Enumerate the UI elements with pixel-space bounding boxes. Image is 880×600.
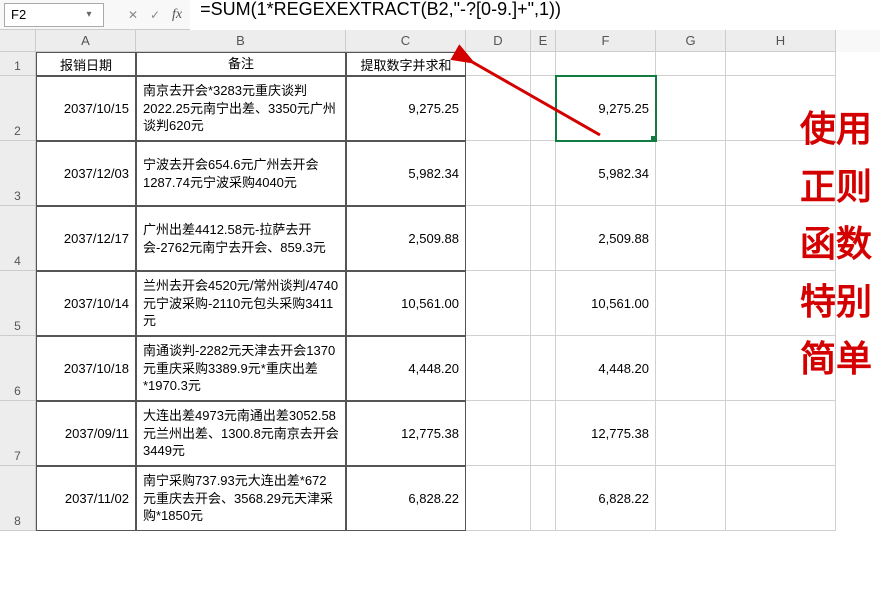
- cell-note[interactable]: 广州出差4412.58元-拉萨去开会-2762元南宁去开会、859.3元: [136, 206, 346, 271]
- row-header[interactable]: 6: [0, 336, 36, 401]
- cell-empty[interactable]: [531, 141, 556, 206]
- table-row: 32037/12/03宁波去开会654.6元广州去开会1287.74元宁波采购4…: [0, 141, 880, 206]
- formula-bar-row: F2 ▾ ✕ ✓ fx =SUM(1*REGEXEXTRACT(B2,"-?[0…: [0, 0, 880, 30]
- col-header-A[interactable]: A: [36, 30, 136, 52]
- cell-empty[interactable]: [656, 271, 726, 336]
- cell-empty[interactable]: [656, 336, 726, 401]
- fx-icon[interactable]: fx: [172, 7, 182, 23]
- confirm-icon[interactable]: ✓: [146, 6, 164, 24]
- cell-result[interactable]: 10,561.00: [556, 271, 656, 336]
- cell-result[interactable]: 2,509.88: [556, 206, 656, 271]
- annotation-line-3: 函数: [800, 215, 872, 273]
- row-header[interactable]: 4: [0, 206, 36, 271]
- cell-empty[interactable]: [466, 206, 531, 271]
- cell-empty[interactable]: [466, 141, 531, 206]
- cell-empty[interactable]: [726, 466, 836, 531]
- arrow-annotation: [440, 40, 620, 150]
- cell-result[interactable]: 6,828.22: [556, 466, 656, 531]
- cell-note[interactable]: 南京去开会*3283元重庆谈判2022.25元南宁出差、3350元广州谈判620…: [136, 76, 346, 141]
- table-row: 72037/09/11大连出差4973元南通出差3052.58元兰州出差、130…: [0, 401, 880, 466]
- annotation-line-5: 简单: [800, 330, 872, 388]
- cell-sum[interactable]: 5,982.34: [346, 141, 466, 206]
- cell-date[interactable]: 2037/12/17: [36, 206, 136, 271]
- cell-empty[interactable]: [656, 141, 726, 206]
- cell-date[interactable]: 2037/09/11: [36, 401, 136, 466]
- table-row: 42037/12/17广州出差4412.58元-拉萨去开会-2762元南宁去开会…: [0, 206, 880, 271]
- cell-note[interactable]: 宁波去开会654.6元广州去开会1287.74元宁波采购4040元: [136, 141, 346, 206]
- cell-sum[interactable]: 2,509.88: [346, 206, 466, 271]
- row-header[interactable]: 7: [0, 401, 36, 466]
- table-row: 52037/10/14兰州去开会4520元/常州谈判/4740元宁波采购-211…: [0, 271, 880, 336]
- annotation-text: 使用 正则 函数 特别 简单: [800, 100, 872, 388]
- col-header-H[interactable]: H: [726, 30, 836, 52]
- name-box-ref: F2: [11, 7, 81, 22]
- annotation-line-4: 特别: [800, 273, 872, 331]
- select-all-corner[interactable]: [0, 30, 36, 52]
- row-header[interactable]: 8: [0, 466, 36, 531]
- annotation-line-2: 正则: [800, 158, 872, 216]
- table-row: 82037/11/02南宁采购737.93元大连出差*672元重庆去开会、356…: [0, 466, 880, 531]
- cell-empty[interactable]: [531, 401, 556, 466]
- cell-empty[interactable]: [656, 76, 726, 141]
- cell-date[interactable]: 2037/10/18: [36, 336, 136, 401]
- cell-note[interactable]: 兰州去开会4520元/常州谈判/4740元宁波采购-2110元包头采购3411元: [136, 271, 346, 336]
- row-header[interactable]: 3: [0, 141, 36, 206]
- cell-sum[interactable]: 12,775.38: [346, 401, 466, 466]
- cell-note[interactable]: 南通谈判-2282元天津去开会1370元重庆采购3389.9元*重庆出差*197…: [136, 336, 346, 401]
- cell-empty[interactable]: [531, 271, 556, 336]
- col-header-B[interactable]: B: [136, 30, 346, 52]
- cell-note[interactable]: 南宁采购737.93元大连出差*672元重庆去开会、3568.29元天津采购*1…: [136, 466, 346, 531]
- formula-buttons: ✕ ✓ fx: [124, 6, 182, 24]
- annotation-line-1: 使用: [800, 100, 872, 158]
- row-header[interactable]: 5: [0, 271, 36, 336]
- cell-empty[interactable]: [466, 336, 531, 401]
- cell-empty[interactable]: [531, 206, 556, 271]
- cell-result[interactable]: 4,448.20: [556, 336, 656, 401]
- table-row: 62037/10/18南通谈判-2282元天津去开会1370元重庆采购3389.…: [0, 336, 880, 401]
- cell-note[interactable]: 大连出差4973元南通出差3052.58元兰州出差、1300.8元南京去开会34…: [136, 401, 346, 466]
- cancel-icon[interactable]: ✕: [124, 6, 142, 24]
- cell-empty[interactable]: [726, 401, 836, 466]
- cell-result[interactable]: 12,775.38: [556, 401, 656, 466]
- cell-empty[interactable]: [531, 466, 556, 531]
- cell-empty[interactable]: [656, 206, 726, 271]
- col-header-G[interactable]: G: [656, 30, 726, 52]
- cell-A1[interactable]: 报销日期: [36, 52, 136, 76]
- cell-date[interactable]: 2037/10/15: [36, 76, 136, 141]
- cell-B1[interactable]: 备注: [136, 52, 346, 76]
- cell-result[interactable]: 5,982.34: [556, 141, 656, 206]
- row-header-1[interactable]: 1: [0, 52, 36, 76]
- cell-sum[interactable]: 4,448.20: [346, 336, 466, 401]
- cell-empty[interactable]: [466, 401, 531, 466]
- cell-date[interactable]: 2037/11/02: [36, 466, 136, 531]
- name-box[interactable]: F2 ▾: [4, 3, 104, 27]
- cell-date[interactable]: 2037/12/03: [36, 141, 136, 206]
- cell-sum[interactable]: 10,561.00: [346, 271, 466, 336]
- cell-empty[interactable]: [466, 271, 531, 336]
- cell-G1[interactable]: [656, 52, 726, 76]
- cell-date[interactable]: 2037/10/14: [36, 271, 136, 336]
- cell-empty[interactable]: [656, 401, 726, 466]
- chevron-down-icon[interactable]: ▾: [81, 9, 97, 20]
- cell-empty[interactable]: [656, 466, 726, 531]
- row-header[interactable]: 2: [0, 76, 36, 141]
- cell-H1[interactable]: [726, 52, 836, 76]
- cell-empty[interactable]: [466, 466, 531, 531]
- cell-empty[interactable]: [531, 336, 556, 401]
- cell-sum[interactable]: 6,828.22: [346, 466, 466, 531]
